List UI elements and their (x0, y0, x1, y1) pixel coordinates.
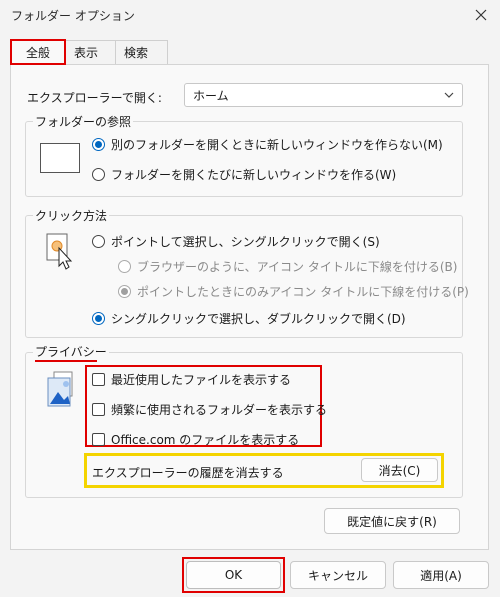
radio-double-click[interactable]: シングルクリックで選択し、ダブルクリックで開く(D) (92, 310, 406, 327)
open-explorer-label: エクスプローラーで開く: (27, 91, 162, 105)
radio-underline-point[interactable]: ポイントしたときにのみアイコン タイトルに下線を付ける(P) (118, 283, 469, 300)
radio-new-window[interactable]: フォルダーを開くたびに新しいウィンドウを作る(W) (92, 166, 396, 183)
tab-search[interactable]: 検索 (116, 40, 168, 64)
chevron-down-icon (444, 92, 454, 98)
tab-general[interactable]: 全般 (10, 39, 66, 65)
radio-underline-point-button[interactable] (118, 285, 131, 298)
radio-new-window-label: フォルダーを開くたびに新しいウィンドウを作る(W) (111, 168, 397, 182)
radio-single-click-button[interactable] (92, 235, 105, 248)
tab-view[interactable]: 表示 (66, 40, 116, 64)
checkbox-recent-files-label: 最近使用したファイルを表示する (111, 373, 292, 387)
radio-new-window-button[interactable] (92, 168, 105, 181)
browse-folders-group (25, 121, 463, 197)
radio-same-window[interactable]: 別のフォルダーを開くときに新しいウィンドウを作らない(M) (92, 136, 443, 153)
close-button[interactable] (462, 0, 500, 30)
radio-underline-browser-label: ブラウザーのように、アイコン タイトルに下線を付ける(B) (137, 260, 458, 274)
clear-history-label: エクスプローラーの履歴を消去する (92, 466, 284, 480)
radio-same-window-button[interactable] (92, 138, 105, 151)
apply-button[interactable]: 適用(A) (393, 561, 489, 589)
privacy-title: プライバシー (33, 343, 109, 360)
browse-folders-icon (40, 143, 80, 173)
checkbox-office-files-box[interactable] (92, 433, 105, 446)
privacy-title-underline (35, 360, 97, 362)
window-title: フォルダー オプション (11, 9, 135, 23)
radio-double-click-button[interactable] (92, 312, 105, 325)
checkbox-frequent-folders[interactable]: 頻繁に使用されるフォルダーを表示する (92, 401, 327, 418)
checkbox-office-files[interactable]: Office.com のファイルを表示する (92, 431, 299, 448)
radio-underline-browser-button[interactable] (118, 260, 131, 273)
radio-underline-point-label: ポイントしたときにのみアイコン タイトルに下線を付ける(P) (137, 285, 469, 299)
checkbox-frequent-folders-box[interactable] (92, 403, 105, 416)
clear-history-button[interactable]: 消去(C) (361, 458, 438, 482)
privacy-icon (44, 370, 80, 412)
open-explorer-select[interactable]: ホーム (184, 83, 463, 107)
cancel-button[interactable]: キャンセル (290, 561, 386, 589)
radio-single-click[interactable]: ポイントして選択し、シングルクリックで開く(S) (92, 233, 380, 250)
checkbox-office-files-label: Office.com のファイルを表示する (111, 433, 300, 447)
checkbox-recent-files-box[interactable] (92, 373, 105, 386)
radio-single-click-label: ポイントして選択し、シングルクリックで開く(S) (111, 235, 380, 249)
open-explorer-value: ホーム (193, 88, 229, 103)
radio-underline-browser[interactable]: ブラウザーのように、アイコン タイトルに下線を付ける(B) (118, 258, 457, 275)
checkbox-frequent-folders-label: 頻繁に使用されるフォルダーを表示する (111, 403, 328, 417)
checkbox-recent-files[interactable]: 最近使用したファイルを表示する (92, 371, 291, 388)
restore-defaults-button[interactable]: 既定値に戻す(R) (324, 508, 460, 534)
radio-same-window-label: 別のフォルダーを開くときに新しいウィンドウを作らない(M) (111, 138, 443, 152)
browse-folders-title: フォルダーの参照 (33, 113, 134, 130)
click-items-icon (44, 232, 74, 272)
close-icon (475, 9, 487, 21)
click-items-title: クリック方法 (33, 207, 110, 224)
radio-double-click-label: シングルクリックで選択し、ダブルクリックで開く(D) (111, 312, 406, 326)
ok-button[interactable]: OK (186, 561, 281, 589)
